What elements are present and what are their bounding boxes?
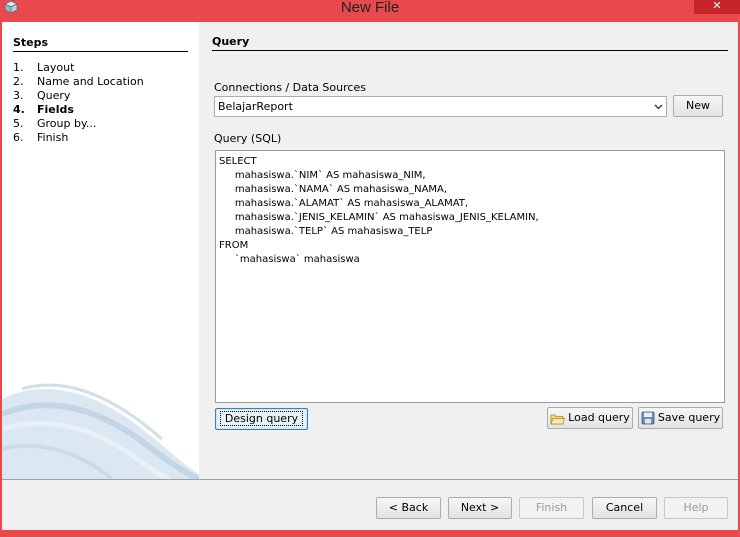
footer-separator <box>2 479 738 480</box>
connection-select[interactable]: BelajarReport <box>214 96 667 117</box>
step-label: Name and Location <box>37 75 144 88</box>
wave-decoration <box>2 383 199 479</box>
back-button[interactable]: < Back <box>376 497 441 519</box>
step-label: Group by... <box>37 117 97 130</box>
close-icon: ✕ <box>712 0 722 12</box>
design-query-button[interactable]: Design query <box>215 408 308 430</box>
steps-heading: Steps <box>13 36 188 52</box>
connection-value: BelajarReport <box>218 100 293 113</box>
load-query-button[interactable]: Load query <box>547 407 633 429</box>
step-label: Finish <box>37 131 69 144</box>
window-border-bottom <box>0 530 740 537</box>
step-item-fields: 4. Fields <box>13 103 74 116</box>
step-item-finish: 6. Finish <box>13 131 69 144</box>
step-item-group-by: 5. Group by... <box>13 117 97 130</box>
step-label: Query <box>37 89 71 102</box>
step-label: Fields <box>37 103 74 116</box>
finish-button[interactable]: Finish <box>519 497 584 519</box>
step-item-name-location: 2. Name and Location <box>13 75 144 88</box>
sql-query-editor[interactable]: SELECT mahasiswa.`NIM` AS mahasiswa_NIM,… <box>215 150 725 403</box>
help-button[interactable]: Help <box>664 497 728 519</box>
query-heading: Query <box>212 35 728 51</box>
steps-panel: Steps 1. Layout 2. Name and Location 3. Que… <box>2 22 199 479</box>
save-disk-icon <box>641 411 655 425</box>
connection-label: Connections / Data Sources <box>214 81 366 94</box>
chevron-down-icon <box>654 104 663 110</box>
next-button[interactable]: Next > <box>448 497 512 519</box>
close-button[interactable]: ✕ <box>694 0 740 14</box>
steps-list: 1. Layout 2. Name and Location 3. Query 4. F… <box>13 61 144 145</box>
save-query-button[interactable]: Save query <box>638 407 723 429</box>
new-connection-button[interactable]: New <box>673 95 723 117</box>
query-sql-label: Query (SQL) <box>214 132 282 145</box>
cancel-button[interactable]: Cancel <box>592 497 657 519</box>
step-item-layout: 1. Layout <box>13 61 75 74</box>
window-title: New File <box>340 0 400 16</box>
step-item-query: 3. Query <box>13 89 71 102</box>
open-folder-icon <box>550 414 566 424</box>
step-label: Layout <box>37 61 75 74</box>
title-bar: New File ✕ <box>0 0 740 22</box>
